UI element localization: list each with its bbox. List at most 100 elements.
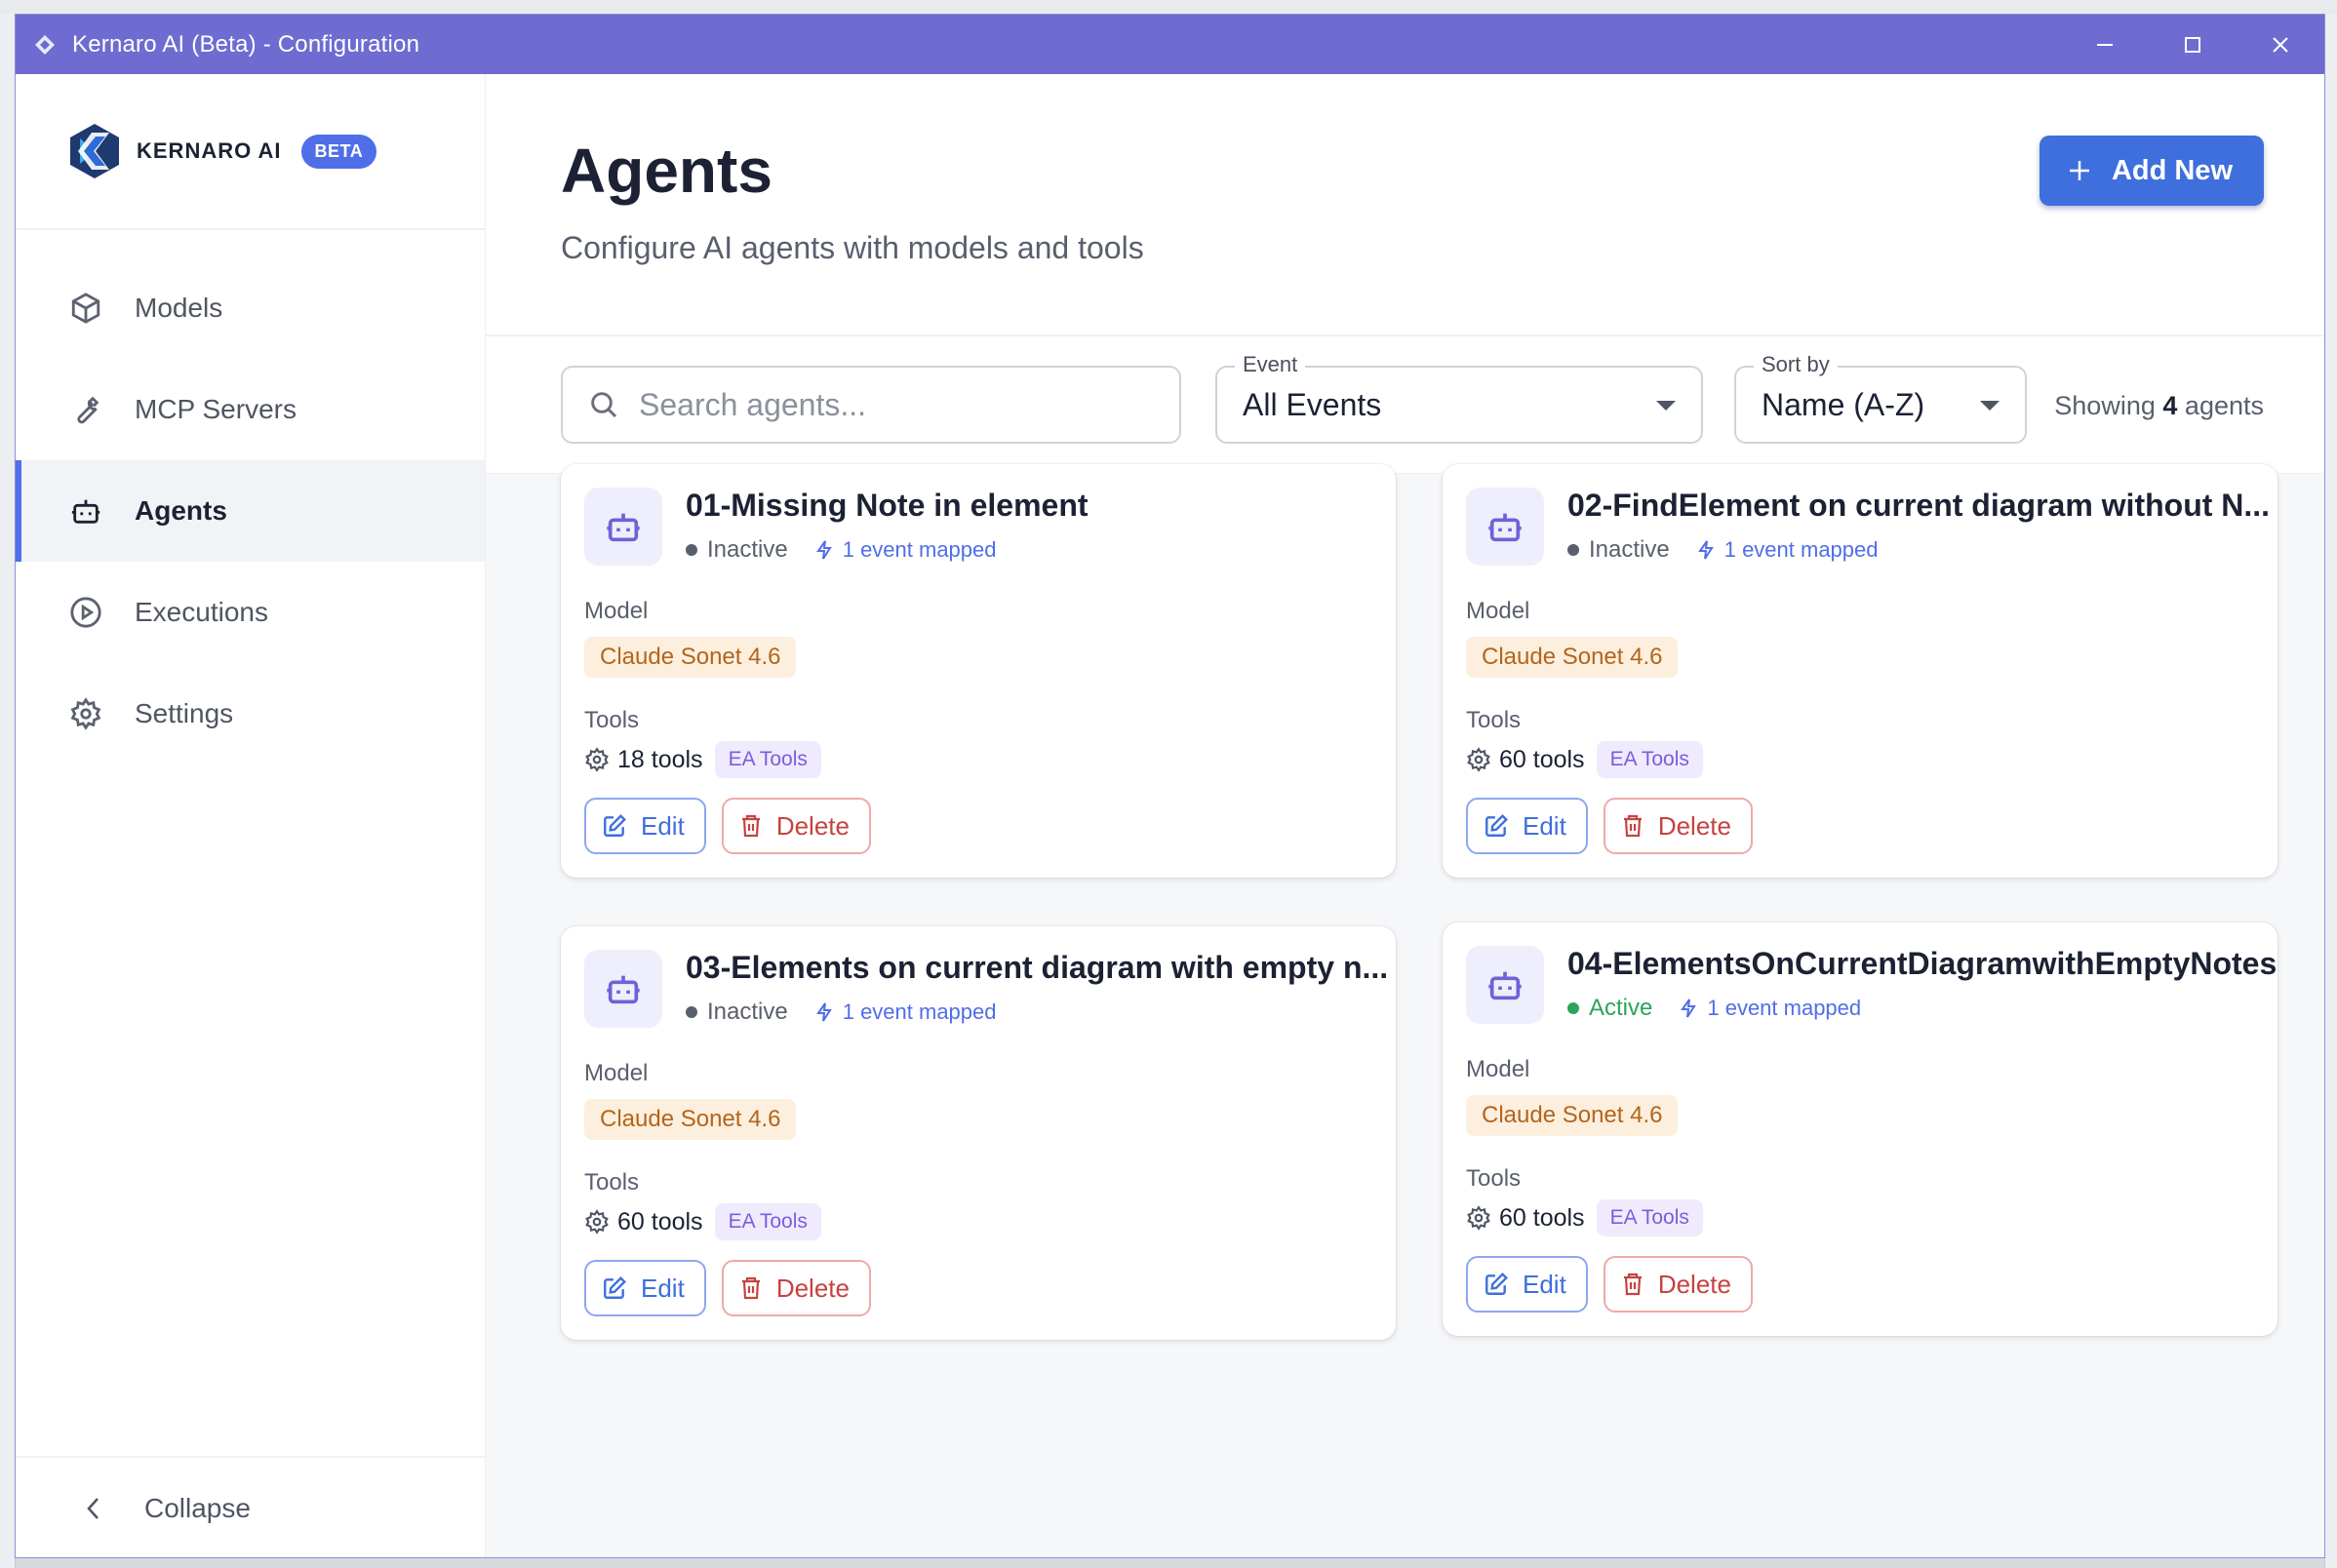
lightning-icon xyxy=(815,1002,832,1022)
window-title: Kernaro AI (Beta) - Configuration xyxy=(72,30,420,58)
delete-button[interactable]: Delete xyxy=(1603,798,1753,854)
events-mapped-text: 1 event mapped xyxy=(842,537,997,562)
model-chip: Claude Sonet 4.6 xyxy=(584,637,797,678)
sidebar: KERNARO AI BETA Models MCP Servers Agent… xyxy=(16,74,486,1557)
minimize-button[interactable] xyxy=(2061,15,2149,74)
agent-avatar xyxy=(1466,946,1544,1024)
edit-icon xyxy=(604,1276,626,1299)
agent-meta: Inactive 1 event mapped xyxy=(1567,536,1879,564)
collapse-button[interactable]: Collapse xyxy=(16,1456,485,1557)
tool-count: 60 tools xyxy=(1499,745,1585,773)
edit-button[interactable]: Edit xyxy=(1466,798,1588,854)
search-box xyxy=(561,366,1181,444)
edit-button[interactable]: Edit xyxy=(584,1260,706,1316)
search-input[interactable] xyxy=(637,385,1168,424)
trash-icon xyxy=(741,1276,760,1300)
agent-name: 04-ElementsOnCurrentDiagramwithEmptyNote… xyxy=(1567,946,2278,981)
events-mapped: 1 event mapped xyxy=(1697,537,1879,563)
delete-button[interactable]: Delete xyxy=(721,798,871,854)
status-text: Inactive xyxy=(707,536,788,563)
model-label: Model xyxy=(584,1060,649,1086)
brand: KERNARO AI BETA xyxy=(16,74,485,230)
card-actions: Edit Delete xyxy=(584,798,887,854)
lightning-icon xyxy=(1697,540,1714,560)
tool-group-chip: EA Tools xyxy=(1596,1199,1703,1236)
delete-button[interactable]: Delete xyxy=(721,1260,871,1316)
sidebar-item-mcp-servers[interactable]: MCP Servers xyxy=(16,359,485,460)
card-actions: Edit Delete xyxy=(584,1260,887,1316)
add-new-button[interactable]: Add New xyxy=(2039,136,2264,206)
delete-label: Delete xyxy=(775,1273,850,1303)
chevron-down-icon xyxy=(1656,401,1676,411)
agent-meta: Inactive 1 event mapped xyxy=(686,999,997,1026)
chevron-down-icon xyxy=(1980,401,2000,411)
edit-label: Edit xyxy=(641,1273,685,1303)
status-badge: Active xyxy=(1567,995,1652,1022)
agent-card: 02-FindElement on current diagram withou… xyxy=(1443,464,2278,878)
edit-button[interactable]: Edit xyxy=(1466,1256,1588,1313)
delete-button[interactable]: Delete xyxy=(1603,1256,1753,1313)
trash-icon xyxy=(741,814,760,838)
page-header: Agents Configure AI agents with models a… xyxy=(486,74,2324,336)
page-subtitle: Configure AI agents with models and tool… xyxy=(561,230,1144,265)
gear-icon xyxy=(585,747,609,772)
tool-group-chip: EA Tools xyxy=(1596,741,1703,778)
events-mapped: 1 event mapped xyxy=(1680,996,1861,1021)
agent-avatar xyxy=(584,950,662,1028)
status-badge: Inactive xyxy=(686,999,788,1026)
model-chip: Claude Sonet 4.6 xyxy=(1466,1095,1679,1136)
robot-icon xyxy=(607,513,640,542)
agent-meta: Inactive 1 event mapped xyxy=(686,536,997,564)
events-mapped-text: 1 event mapped xyxy=(1707,996,1862,1020)
sort-select[interactable]: Sort by Name (A-Z) xyxy=(1734,352,2027,444)
sidebar-nav: Models MCP Servers Agents Executions Set… xyxy=(16,230,485,764)
edit-icon xyxy=(604,814,626,837)
close-button[interactable] xyxy=(2237,15,2324,74)
tools-label: Tools xyxy=(584,707,640,733)
play-circle-icon xyxy=(68,595,103,630)
sort-select-label: Sort by xyxy=(1754,352,1838,377)
tools-row: 60 tools EA Tools xyxy=(584,1203,821,1240)
chevron-left-icon xyxy=(87,1498,99,1519)
tools-row: 60 tools EA Tools xyxy=(1466,1199,1703,1236)
model-label: Model xyxy=(1466,598,1530,624)
edit-label: Edit xyxy=(641,810,685,841)
event-select[interactable]: Event All Events xyxy=(1215,352,1703,444)
tools-label: Tools xyxy=(1466,707,1522,733)
delete-label: Delete xyxy=(775,810,850,841)
gear-icon xyxy=(585,1209,609,1235)
sidebar-item-label: Agents xyxy=(135,495,227,526)
robot-icon xyxy=(607,975,640,1004)
sidebar-item-settings[interactable]: Settings xyxy=(16,663,485,764)
sidebar-item-label: Settings xyxy=(135,698,234,728)
status-dot xyxy=(1567,544,1579,556)
kernaro-logo-icon xyxy=(70,124,119,178)
delete-label: Delete xyxy=(1657,1269,1731,1299)
sidebar-item-executions[interactable]: Executions xyxy=(16,562,485,663)
sort-select-value: Name (A-Z) xyxy=(1762,386,1925,422)
sidebar-item-label: Models xyxy=(135,293,223,323)
maximize-button[interactable] xyxy=(2149,15,2237,74)
tools-label: Tools xyxy=(584,1169,640,1196)
maximize-icon xyxy=(2185,36,2200,53)
wrench-icon xyxy=(68,392,103,427)
event-select-label: Event xyxy=(1235,352,1306,377)
edit-button[interactable]: Edit xyxy=(584,798,706,854)
robot-icon xyxy=(68,493,103,529)
events-mapped-text: 1 event mapped xyxy=(1723,537,1879,562)
model-label: Model xyxy=(1466,1056,1530,1082)
sidebar-item-agents[interactable]: Agents xyxy=(16,460,485,562)
close-icon xyxy=(2273,36,2288,53)
window-controls xyxy=(2061,15,2324,74)
result-count: Showing 4 agents xyxy=(2054,391,2264,421)
host-app-toolbar-strip xyxy=(0,0,2337,15)
robot-icon xyxy=(1488,513,1522,542)
sidebar-item-models[interactable]: Models xyxy=(16,257,485,359)
host-app-right-edge xyxy=(2324,14,2337,1568)
lightning-icon xyxy=(815,540,832,560)
tool-count: 60 tools xyxy=(1499,1203,1585,1232)
status-text: Inactive xyxy=(1589,536,1670,563)
minimize-icon xyxy=(2097,43,2113,46)
lightning-icon xyxy=(1681,999,1697,1018)
status-badge: Inactive xyxy=(1567,536,1670,564)
